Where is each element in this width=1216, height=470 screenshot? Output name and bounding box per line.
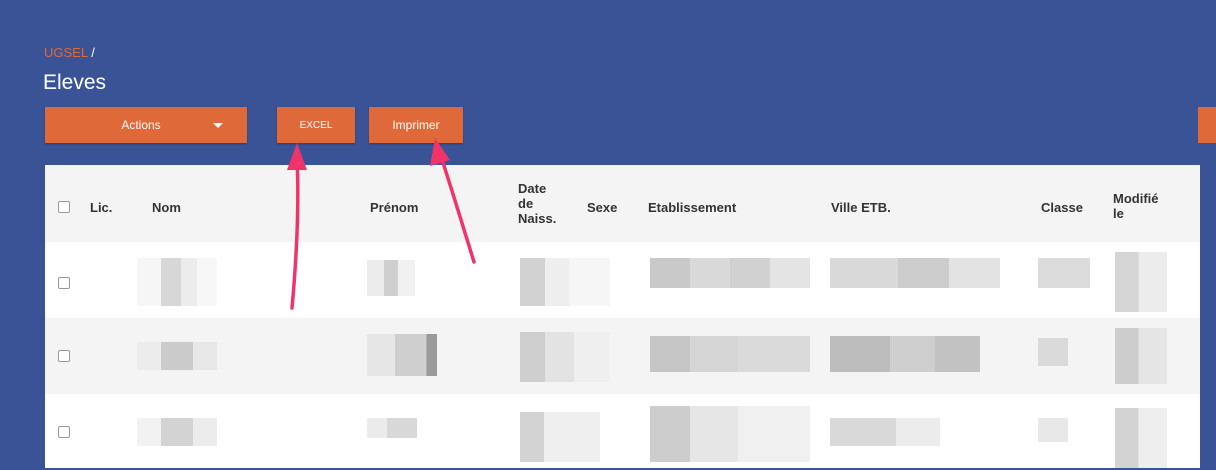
redacted-date [520, 332, 610, 382]
redacted-etablissement [650, 258, 810, 288]
redacted-modifie [1115, 252, 1167, 312]
students-table: Lic. Nom Prénom Date de Naiss. Sexe Etab… [45, 165, 1200, 468]
edge-button[interactable] [1198, 107, 1216, 143]
print-button[interactable]: Imprimer [369, 107, 463, 143]
breadcrumb-separator: / [87, 45, 95, 60]
column-header-modifie[interactable]: Modifié le [1113, 191, 1159, 221]
redacted-classe [1038, 338, 1068, 366]
row-checkbox[interactable] [58, 277, 70, 289]
table-row[interactable] [45, 242, 1200, 318]
redacted-ville [830, 336, 980, 372]
table-row[interactable] [45, 318, 1200, 394]
redacted-prenom [367, 418, 417, 438]
page-title: Eleves [43, 71, 107, 94]
actions-label: Actions [121, 118, 161, 132]
date-header-line: Naiss. [518, 211, 557, 226]
table-row[interactable] [45, 394, 1200, 470]
redacted-etablissement [650, 406, 810, 462]
redacted-prenom [367, 334, 437, 376]
date-header-line: Date [518, 181, 547, 196]
column-header-sexe[interactable]: Sexe [587, 200, 617, 215]
row-checkbox[interactable] [58, 426, 70, 438]
select-all-checkbox[interactable] [58, 201, 70, 213]
redacted-etablissement [650, 336, 810, 372]
modifie-header-line: Modifié [1113, 191, 1159, 206]
date-header-line: de [518, 196, 534, 211]
column-header-nom[interactable]: Nom [152, 200, 181, 215]
redacted-nom [137, 258, 217, 306]
redacted-classe [1038, 418, 1068, 442]
column-header-etablissement[interactable]: Etablissement [648, 200, 736, 215]
redacted-classe [1038, 258, 1090, 288]
modifie-header-line: le [1113, 206, 1124, 221]
row-checkbox[interactable] [58, 350, 70, 362]
column-header-lic[interactable]: Lic. [90, 200, 112, 215]
excel-export-button[interactable]: EXCEL [277, 107, 355, 143]
redacted-date [520, 258, 610, 306]
redacted-prenom [367, 260, 415, 296]
actions-dropdown-button[interactable]: Actions [45, 107, 247, 143]
breadcrumb-link-ugsel[interactable]: UGSEL [44, 45, 88, 60]
caret-down-icon [213, 123, 223, 128]
redacted-ville [830, 418, 940, 446]
column-header-classe[interactable]: Classe [1041, 200, 1083, 215]
redacted-nom [137, 418, 217, 446]
column-header-ville[interactable]: Ville ETB. [831, 200, 891, 215]
redacted-modifie [1115, 408, 1167, 468]
breadcrumb: UGSEL / [44, 45, 95, 60]
redacted-modifie [1115, 328, 1167, 384]
redacted-nom [137, 342, 217, 370]
redacted-date [520, 412, 600, 462]
column-header-prenom[interactable]: Prénom [370, 200, 418, 215]
redacted-ville [830, 258, 1000, 288]
table-header: Lic. Nom Prénom Date de Naiss. Sexe Etab… [45, 165, 1200, 242]
page-header: UGSEL / Eleves Actions EXCEL Imprimer [0, 0, 1216, 165]
column-header-date-naissance[interactable]: Date de Naiss. [518, 181, 556, 226]
